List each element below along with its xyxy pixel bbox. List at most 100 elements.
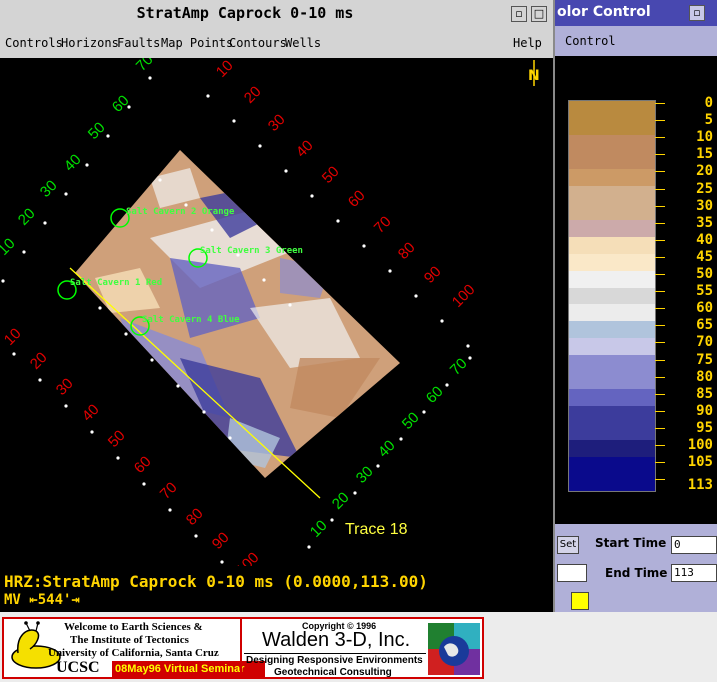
tick-label: 40	[61, 151, 85, 175]
scale-label: 75	[696, 351, 713, 368]
tick-label: 100	[233, 549, 263, 566]
svg-text:Salt Cavern 2 Orange: Salt Cavern 2 Orange	[126, 207, 235, 217]
grid-marker	[184, 203, 188, 207]
scale-tick	[655, 137, 665, 139]
menu-wells[interactable]: Wells	[285, 36, 321, 50]
map-svg: N Trace 18	[0, 51, 540, 616]
end-time-label: End Time	[605, 566, 668, 580]
color-swatch-button[interactable]	[571, 592, 589, 610]
tick-label: 50	[319, 163, 343, 187]
map-canvas[interactable]: N Trace 18	[0, 51, 553, 616]
grid-marker	[158, 178, 162, 182]
scale-tick	[655, 342, 665, 344]
grid-marker	[468, 356, 472, 360]
tagline-1: Designing Responsive Environments	[246, 655, 423, 666]
end-time-aux-field[interactable]	[557, 564, 587, 582]
grid-marker	[262, 278, 266, 282]
grid-marker	[388, 269, 392, 273]
grid-marker	[336, 219, 340, 223]
grid-marker	[236, 253, 240, 257]
tick-label: 30	[353, 463, 377, 487]
scale-tick	[655, 376, 665, 378]
walden-logo-icon	[428, 623, 480, 675]
scale-label: 65	[696, 317, 713, 334]
color-control-window: olor Control ▫ Control 0 5 10 15 20 25 30 35 40 4…	[555, 0, 717, 612]
tick-label: 40	[79, 401, 103, 425]
grid-marker	[194, 534, 198, 538]
tick-label: 30	[265, 111, 289, 135]
tick-label: 50	[399, 409, 423, 433]
menu-controls[interactable]: Controls	[5, 36, 63, 50]
grid-marker	[43, 221, 47, 225]
grid-marker	[168, 508, 172, 512]
grid-marker	[106, 134, 110, 138]
maximize-button[interactable]: □	[531, 6, 547, 22]
scale-label: 100	[687, 437, 713, 453]
grid-marker	[90, 430, 94, 434]
banner-divider	[240, 619, 242, 677]
menu-contours[interactable]: Contours	[229, 36, 287, 50]
color-control-fields: Set Start Time 0 End Time 113	[555, 524, 717, 612]
grid-marker	[220, 560, 224, 564]
scale-label: 5	[704, 112, 713, 129]
grid-marker	[64, 192, 68, 196]
map-window: StratAmp Caprock 0-10 ms ▫ □ Controls Ho…	[0, 0, 555, 616]
tick-label: 20	[15, 205, 39, 229]
welcome-line-1: Welcome to Earth Sciences &	[64, 621, 203, 633]
scale-tick	[655, 308, 665, 310]
grid-marker	[414, 294, 418, 298]
svg-text:Salt Cavern 4 Blue: Salt Cavern 4 Blue	[142, 315, 240, 325]
grid-marker	[258, 144, 262, 148]
grid-marker	[116, 456, 120, 460]
tick-label: 20	[329, 489, 353, 513]
tick-label: 30	[37, 177, 61, 201]
welcome-line-3: University of California, Santa Cruz	[48, 647, 219, 659]
grid-marker	[422, 410, 426, 414]
menu-horizons[interactable]: Horizons	[61, 36, 119, 50]
scale-tick	[655, 427, 665, 429]
company-rule	[244, 653, 426, 654]
start-time-field[interactable]: 0	[671, 536, 717, 554]
grid-marker	[307, 545, 311, 549]
tick-label: 60	[345, 187, 369, 211]
tick-label: 80	[183, 505, 207, 529]
set-button[interactable]: Set	[557, 536, 579, 554]
grid-marker	[376, 464, 380, 468]
grid-marker	[98, 306, 102, 310]
scale-label: 20	[696, 163, 713, 180]
window-title: StratAmp Caprock 0-10 ms	[136, 4, 354, 22]
tick-label: 70	[447, 355, 471, 379]
tick-label: 70	[371, 213, 395, 237]
tick-label: 80	[395, 239, 419, 263]
grid-marker	[64, 404, 68, 408]
scale-tick	[655, 120, 665, 122]
tick-label: 90	[421, 263, 445, 287]
ucsc-logo: UCSC	[56, 659, 100, 676]
scale-label: 35	[696, 214, 713, 231]
menu-faults[interactable]: Faults	[117, 36, 160, 50]
menu-help[interactable]: Help	[513, 36, 542, 50]
end-time-field[interactable]: 113	[671, 564, 717, 582]
scale-tick	[655, 154, 665, 156]
grid-marker	[228, 436, 232, 440]
svg-text:Salt Cavern 1 Red: Salt Cavern 1 Red	[70, 278, 162, 288]
grid-marker	[150, 358, 154, 362]
tick-label: 70	[133, 58, 157, 75]
minimize-button[interactable]: ▫	[511, 6, 527, 22]
title-bar[interactable]: StratAmp Caprock 0-10 ms ▫ □	[0, 0, 553, 29]
scale-label: 55	[696, 283, 713, 300]
grid-marker	[353, 491, 357, 495]
grid-marker	[466, 344, 470, 348]
scale-label: 30	[696, 197, 713, 214]
scale-label: 25	[696, 180, 713, 197]
menu-map-points[interactable]: Map Points	[161, 36, 233, 50]
seminar-banner: Welcome to Earth Sciences & The Institut…	[2, 617, 484, 679]
tick-label: 60	[423, 383, 447, 407]
grid-marker	[85, 163, 89, 167]
scale-label: 105	[687, 454, 713, 471]
grid-marker	[176, 384, 180, 388]
scale-tick	[655, 239, 665, 241]
scale-label: 50	[696, 266, 713, 282]
scale-label: 70	[696, 334, 713, 351]
grid-marker	[38, 378, 42, 382]
